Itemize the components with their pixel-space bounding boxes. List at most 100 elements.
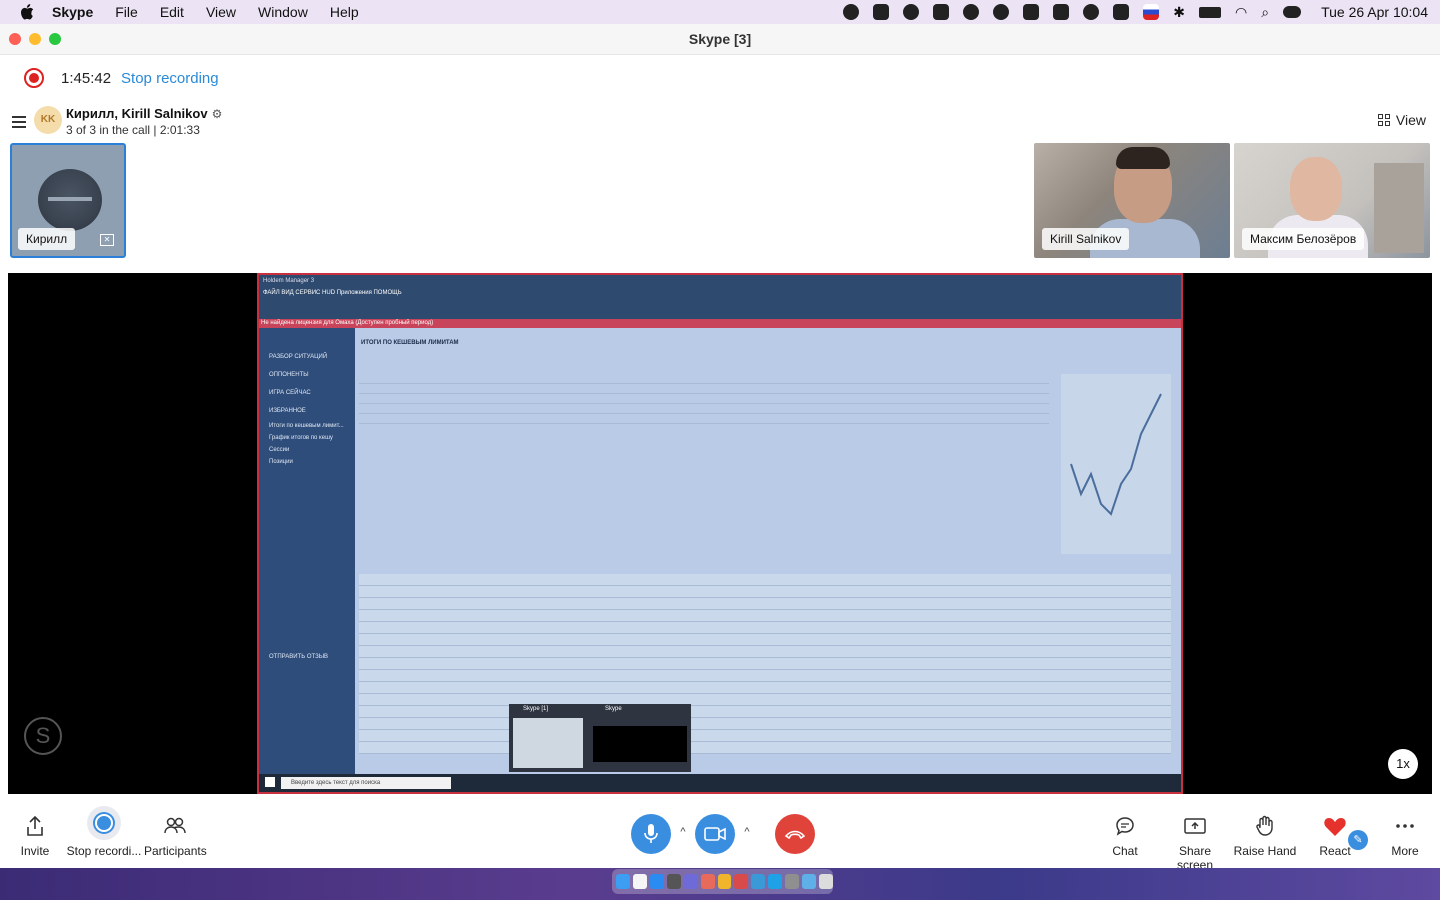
stop-recording-button[interactable]: Stop recordi... (66, 806, 142, 858)
recording-elapsed-time: 1:45:42 (61, 69, 112, 87)
status-flag-icon[interactable] (1143, 4, 1160, 20)
raise-hand-icon (1232, 814, 1298, 838)
menu-window[interactable]: Window (258, 4, 308, 20)
participant-tile-self[interactable]: Кирилл ✕ (10, 143, 126, 258)
shared-graph-line (1070, 393, 1162, 516)
call-status: 3 of 3 in the call | 2:01:33 (66, 123, 200, 137)
table-row (359, 742, 1171, 754)
dock-finder-icon[interactable] (616, 874, 630, 889)
menu-file[interactable]: File (115, 4, 138, 20)
call-title[interactable]: Кирилл, Kirill Salnikov ⚙ (66, 106, 222, 121)
camera-options-chevron-icon[interactable]: ^ (740, 826, 754, 840)
table-row (359, 718, 1171, 730)
skype-watermark-icon: S (24, 717, 62, 755)
status-grid-icon[interactable] (1053, 4, 1070, 20)
menubar-clock[interactable]: Tue 26 Apr 10:04 (1321, 4, 1428, 20)
spotlight-search-icon[interactable]: ⌕ (1261, 4, 1269, 21)
view-button-label: View (1395, 112, 1426, 128)
screen-share-area[interactable]: S Holdem Manager 3 ФАЙЛ ВИД СЕРВИС HUD П… (8, 273, 1432, 794)
menu-icon[interactable] (12, 116, 26, 128)
shared-sidebar-item: Позиции (269, 459, 293, 465)
chat-button[interactable]: Chat (1106, 814, 1144, 858)
status-bookmark-icon[interactable] (1023, 4, 1040, 20)
dock-app-icon[interactable] (785, 874, 800, 889)
bluetooth-icon[interactable]: ✱ (1173, 4, 1185, 21)
dock-app-icon[interactable] (751, 874, 766, 889)
participant-tile-maksim[interactable]: Максим Белозёров (1234, 143, 1430, 258)
menu-help[interactable]: Help (330, 4, 359, 20)
participants-button[interactable]: Participants (144, 814, 207, 858)
table-row (359, 384, 1049, 394)
dock-trash-icon[interactable] (819, 874, 833, 889)
shared-sidebar-item: ОППОНЕНТЫ (269, 372, 309, 378)
more-dots-icon (1388, 814, 1422, 838)
status-app-icon[interactable] (873, 4, 890, 20)
participant-video-background (1374, 163, 1424, 253)
invite-label: Invite (20, 844, 50, 858)
dock-app-icon[interactable] (666, 874, 681, 889)
chat-icon (1106, 814, 1144, 838)
table-row (359, 586, 1171, 598)
menu-edit[interactable]: Edit (160, 4, 184, 20)
shared-graph (1061, 374, 1171, 554)
pen-edit-icon[interactable]: ✎ (1348, 830, 1368, 850)
control-center-icon[interactable] (1283, 6, 1302, 18)
status-24-icon[interactable] (903, 4, 920, 20)
dock-calendar-icon[interactable] (632, 874, 647, 889)
dock-app-icon[interactable] (700, 874, 715, 889)
battery-icon[interactable] (1199, 6, 1222, 18)
camera-button[interactable] (695, 814, 735, 854)
raise-hand-button[interactable]: Raise Hand (1232, 814, 1298, 858)
hang-up-icon (784, 830, 806, 840)
avatar[interactable]: KK (34, 106, 62, 134)
more-label: More (1391, 844, 1419, 858)
preview-thumbnail (513, 718, 583, 768)
shared-sidebar: РАЗБОР СИТУАЦИЙ ОППОНЕНТЫ ИГРА СЕЙЧАС ИЗ… (259, 328, 355, 776)
end-call-button[interactable] (775, 814, 815, 854)
zoom-window-button[interactable] (49, 33, 61, 45)
stop-recording-link[interactable]: Stop recording (121, 70, 219, 87)
dock-chrome-icon[interactable] (717, 874, 732, 889)
table-row (359, 598, 1171, 610)
video-camera-icon (704, 827, 726, 841)
status-play-icon[interactable] (1083, 4, 1100, 20)
status-vpn-icon[interactable] (963, 4, 980, 20)
share-screen-button[interactable]: Share screen (1160, 814, 1230, 872)
participant-tile-kirill-salnikov[interactable]: Kirill Salnikov (1034, 143, 1230, 258)
apple-icon[interactable] (20, 4, 34, 20)
call-header: KK Кирилл, Kirill Salnikov ⚙ 3 of 3 in th… (0, 102, 1440, 144)
menubar-status-area: ✱ ◠ ⌕ Tue 26 Apr 10:04 (843, 0, 1428, 24)
status-1password-icon[interactable] (993, 4, 1010, 20)
microphone-options-chevron-icon[interactable]: ^ (676, 826, 690, 840)
table-row (359, 730, 1171, 742)
settings-gear-icon[interactable]: ⚙ (212, 107, 223, 121)
view-button[interactable]: View (1377, 112, 1426, 128)
call-toolbar: Invite Stop recordi... Participants ^ ^ … (0, 794, 1440, 872)
microphone-button[interactable] (631, 814, 671, 854)
table-row (359, 706, 1171, 718)
dock-app-icon[interactable] (683, 874, 698, 889)
menu-app-skype[interactable]: Skype (52, 4, 93, 20)
playback-speed-button[interactable]: 1x (1388, 749, 1418, 779)
dock-app-icon[interactable] (734, 874, 749, 889)
status-check-icon[interactable] (843, 4, 860, 20)
participant-video-hair (1116, 147, 1170, 169)
recording-toggle-icon (66, 806, 142, 840)
dock-app-icon[interactable] (802, 874, 817, 889)
shared-sidebar-item: Сессии (269, 447, 290, 453)
wifi-icon[interactable]: ◠ (1235, 4, 1247, 21)
status-network-icon[interactable] (1113, 4, 1130, 20)
participant-name: Кирилл (18, 228, 76, 250)
more-button[interactable]: More (1388, 814, 1422, 858)
dock-appstore-icon[interactable] (649, 874, 664, 889)
minimize-window-button[interactable] (29, 33, 41, 45)
participants-label: Participants (144, 844, 207, 858)
status-feather-icon[interactable] (933, 4, 950, 20)
menu-view[interactable]: View (206, 4, 236, 20)
shared-taskbar-preview: Skype [1] Skype (509, 704, 691, 772)
table-row (359, 682, 1171, 694)
invite-button[interactable]: Invite (14, 814, 56, 858)
dock-skype-icon[interactable] (768, 874, 783, 889)
close-window-button[interactable] (9, 33, 21, 45)
table-row (359, 610, 1171, 622)
